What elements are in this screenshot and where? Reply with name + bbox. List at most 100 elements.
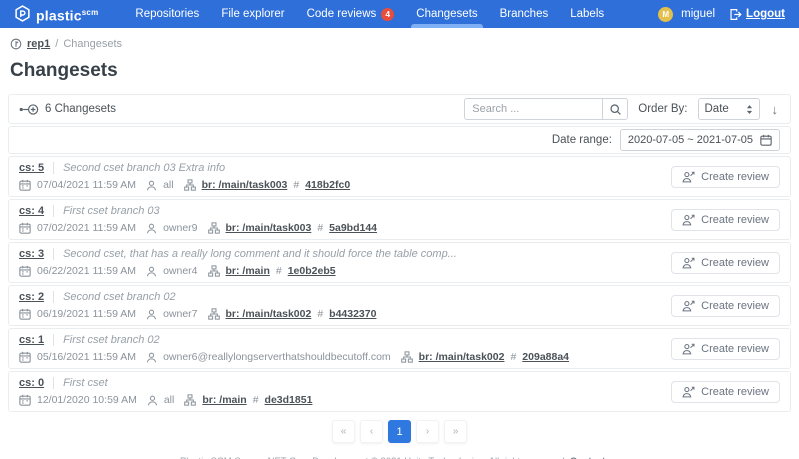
user-icon — [146, 352, 157, 363]
hash-symbol: # — [252, 394, 259, 406]
pagination-page-1-button[interactable]: 1 — [388, 420, 411, 443]
date-range-input[interactable]: 2020-07-05 ~ 2021-07-05 — [619, 129, 780, 151]
changeset-branch-link[interactable]: br: /main — [226, 265, 270, 277]
create-review-button[interactable]: Create review — [671, 380, 780, 403]
pagination-last-button[interactable]: » — [444, 420, 467, 443]
changeset-id-link[interactable]: cs: 2 — [19, 291, 44, 303]
nav-item-file-explorer[interactable]: File explorer — [210, 0, 295, 28]
create-review-button[interactable]: Create review — [671, 165, 780, 188]
user-icon — [146, 180, 157, 191]
breadcrumb: rep1 / Changesets — [8, 36, 791, 50]
changeset-branch-link[interactable]: br: /main/task002 — [419, 351, 505, 363]
changeset-id-link[interactable]: cs: 1 — [19, 334, 44, 346]
nav-item-branches[interactable]: Branches — [489, 0, 560, 28]
search-button[interactable] — [602, 98, 629, 120]
changeset-id-link[interactable]: cs: 5 — [19, 162, 44, 174]
pagination-first-button[interactable]: « — [332, 420, 355, 443]
changeset-row: cs: 5 Second cset branch 03 Extra info 0… — [8, 156, 791, 197]
changeset-id-link[interactable]: cs: 0 — [19, 377, 44, 389]
user-edit-icon — [682, 171, 695, 183]
page-title: Changesets — [10, 60, 118, 81]
pagination-prev-button[interactable]: ‹ — [360, 420, 383, 443]
order-by-select[interactable]: Date — [697, 98, 760, 120]
user-avatar[interactable]: M — [658, 6, 674, 22]
calendar-icon — [19, 222, 31, 234]
branch-icon — [400, 351, 413, 363]
user-edit-icon — [682, 214, 695, 226]
nav-item-labels[interactable]: Labels — [559, 0, 615, 28]
create-review-button[interactable]: Create review — [671, 208, 780, 231]
sort-direction-button[interactable]: ↓ — [770, 102, 781, 117]
changeset-hash-link[interactable]: b4432370 — [329, 308, 376, 320]
branch-icon — [184, 394, 197, 406]
changeset-hash-link[interactable]: de3d1851 — [265, 394, 313, 406]
branch-icon — [207, 308, 220, 320]
changeset-branch-link[interactable]: br: /main/task002 — [226, 308, 312, 320]
nav-item-code-reviews[interactable]: Code reviews 4 — [296, 0, 406, 28]
create-review-button[interactable]: Create review — [671, 337, 780, 360]
user-icon — [147, 395, 158, 406]
plastic-scm-logo[interactable]: plasticscm — [14, 4, 99, 24]
changeset-date: 06/19/2021 11:59 AM — [37, 308, 137, 320]
hash-symbol: # — [275, 265, 282, 277]
breadcrumb-repo-link[interactable]: rep1 — [27, 38, 50, 50]
create-review-label: Create review — [701, 299, 769, 312]
top-navbar: plasticscm Repositories File explorer Co… — [0, 0, 799, 28]
divider — [53, 162, 55, 174]
changeset-date: 12/01/2020 10:59 AM — [37, 394, 137, 406]
calendar-icon — [19, 394, 31, 406]
changeset-hash-link[interactable]: 418b2fc0 — [305, 179, 350, 191]
changeset-row: cs: 4 First cset branch 03 07/02/2021 11… — [8, 199, 791, 240]
nav-item-changesets[interactable]: Changesets — [405, 0, 488, 28]
changeset-owner: all — [163, 179, 174, 191]
changeset-comment: First cset — [63, 377, 108, 389]
brand-name: plasticscm — [36, 7, 99, 24]
changeset-owner: owner9 — [163, 222, 198, 234]
changeset-branch-link[interactable]: br: /main/task003 — [226, 222, 312, 234]
breadcrumb-separator: / — [55, 38, 59, 50]
changeset-row: cs: 0 First cset 12/01/2020 10:59 AM all — [8, 371, 791, 412]
pagination-next-button[interactable]: › — [416, 420, 439, 443]
create-review-label: Create review — [701, 256, 769, 269]
create-review-label: Create review — [701, 342, 769, 355]
calendar-icon — [760, 134, 772, 146]
changeset-comment: Second cset, that has a really long comm… — [63, 248, 457, 260]
changeset-row: cs: 1 First cset branch 02 05/16/2021 11… — [8, 328, 791, 369]
changeset-id-link[interactable]: cs: 4 — [19, 205, 44, 217]
changeset-comment: Second cset branch 02 — [63, 291, 176, 303]
divider — [53, 377, 55, 389]
divider — [53, 334, 55, 346]
nav-item-repositories[interactable]: Repositories — [124, 0, 210, 28]
pagination: « ‹ 1 › » — [8, 420, 791, 443]
order-by-label: Order By: — [638, 103, 688, 115]
create-review-button[interactable]: Create review — [671, 251, 780, 274]
plastic-hexagon-icon — [14, 4, 31, 22]
logout-button[interactable]: Logout — [729, 8, 785, 21]
changeset-date: 05/16/2021 11:59 AM — [37, 351, 137, 363]
changeset-comment: First cset branch 02 — [63, 334, 160, 346]
search-icon — [609, 103, 622, 116]
changeset-owner: owner4 — [163, 265, 198, 277]
changeset-id-link[interactable]: cs: 3 — [19, 248, 44, 260]
divider — [53, 205, 55, 217]
create-review-button[interactable]: Create review — [671, 294, 780, 317]
changeset-hash-link[interactable]: 1e0b2eb5 — [288, 265, 336, 277]
changeset-branch-link[interactable]: br: /main/task003 — [202, 179, 288, 191]
changeset-icon — [19, 103, 39, 116]
changeset-row: cs: 3 Second cset, that has a really lon… — [8, 242, 791, 283]
changeset-branch-link[interactable]: br: /main — [202, 394, 246, 406]
changeset-owner: owner6@reallylongserverthatshouldbecutof… — [163, 351, 391, 363]
calendar-icon — [19, 308, 31, 320]
divider — [53, 248, 55, 260]
date-range-label: Date range: — [551, 134, 612, 146]
calendar-icon — [19, 179, 31, 191]
changeset-comment: Second cset branch 03 Extra info — [63, 162, 226, 174]
toolbar: 6 Changesets Order By: Date ↓ — [8, 94, 791, 124]
calendar-icon — [19, 351, 31, 363]
search-input[interactable] — [464, 98, 603, 120]
logout-icon — [729, 8, 742, 21]
select-spinner-icon — [746, 104, 753, 115]
branch-icon — [183, 179, 196, 191]
changeset-hash-link[interactable]: 209a88a4 — [522, 351, 569, 363]
changeset-hash-link[interactable]: 5a9bd144 — [329, 222, 377, 234]
